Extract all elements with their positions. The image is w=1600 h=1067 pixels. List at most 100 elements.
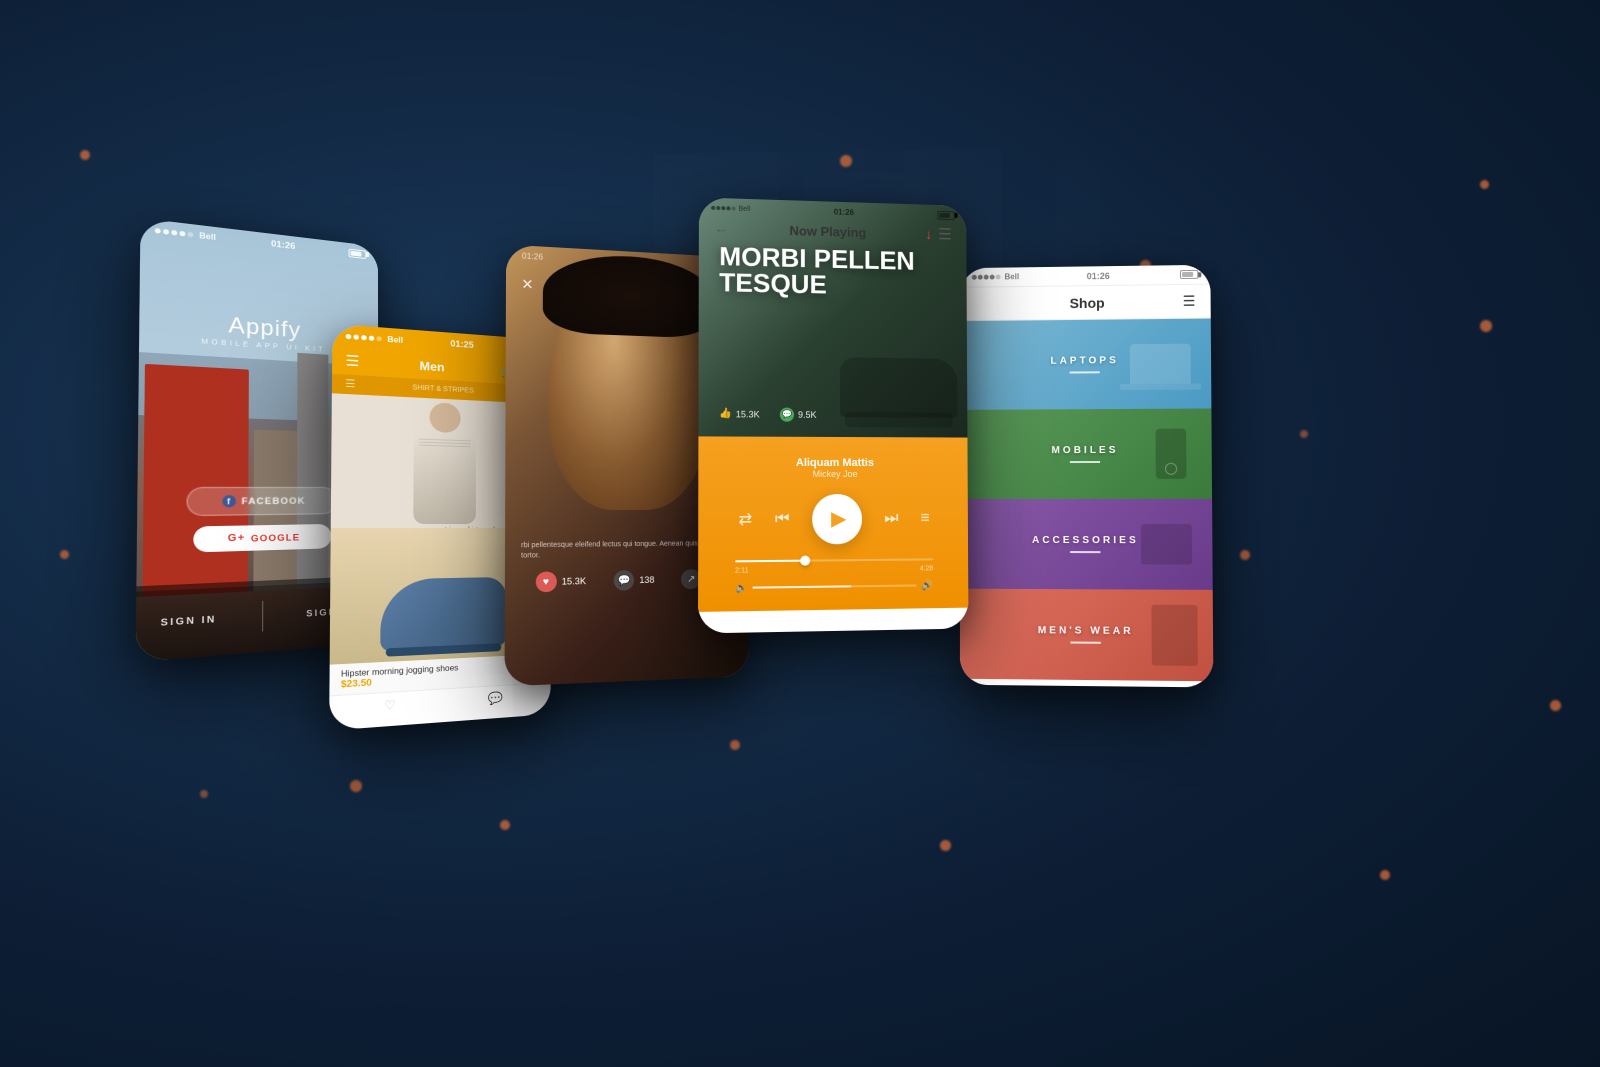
header-actions: ↓ ☰ (925, 224, 952, 244)
time-label: 01:26 (522, 251, 543, 261)
carrier-label: Bell (387, 334, 403, 344)
current-time: 2:11 (735, 567, 748, 574)
carrier-label: Bell (1005, 272, 1020, 281)
category-accessories[interactable]: ACCESSORIES (960, 499, 1213, 590)
comment-icon[interactable]: 💬 (488, 691, 503, 706)
signal-dot (179, 230, 185, 236)
shoe-container (380, 577, 506, 652)
download-icon[interactable]: ↓ (925, 226, 932, 242)
category-label-menswear: MEN'S WEAR (1038, 625, 1134, 637)
signal-dot (711, 206, 715, 210)
signal-dot (155, 227, 161, 233)
signal-dot (726, 206, 730, 210)
signal-dot (731, 206, 735, 210)
google-icon: G+ (228, 533, 246, 545)
signal-dot (978, 275, 983, 280)
battery-indicator (1180, 270, 1198, 279)
category-menswear[interactable]: MEN'S WEAR (960, 589, 1213, 682)
signal-dot (361, 334, 367, 339)
playback-controls: ⇄ ⏮ ▶ ⏭ ≡ (717, 483, 951, 555)
volume-fill (753, 585, 852, 588)
time-label: 01:26 (1087, 271, 1110, 281)
building-red (142, 364, 248, 597)
volume-control: 🔈 🔊 (717, 580, 951, 599)
category-label-laptops: LAPTOPS (1050, 355, 1118, 366)
screens-container: Bell 01:26 Appify MOBILE APP UI KIT f FA… (0, 0, 1600, 1067)
category-underline (1070, 371, 1100, 373)
hamburger-icon: ☰ (345, 352, 359, 370)
back-button[interactable]: ← (714, 220, 728, 236)
signal-dot (716, 206, 720, 210)
total-time: 4:28 (920, 565, 933, 572)
comments-count: 9.5K (798, 409, 817, 419)
category-underline (1070, 642, 1100, 644)
nav-title: Men (420, 359, 445, 374)
comments-display: 💬 9.5K (780, 407, 817, 421)
battery-fill (351, 250, 362, 256)
signal-area: Bell (972, 272, 1019, 281)
man-body (413, 433, 476, 524)
signal-dot (996, 275, 1001, 280)
comment-icon: 💬 (780, 407, 794, 421)
artist-info: Aliquam Mattis Mickey Joe (717, 448, 950, 484)
menu-icon[interactable]: ☰ (938, 225, 952, 245)
category-label-container: ACCESSORIES (1032, 535, 1139, 553)
engagement-bar: 👍 15.3K 💬 9.5K (719, 407, 948, 423)
battery-fill (939, 212, 950, 217)
screen-title: Now Playing (790, 223, 867, 240)
forward-button[interactable]: ⏭ (884, 509, 898, 527)
signal-area: Bell (346, 331, 403, 344)
category-laptops[interactable]: LAPTOPS (960, 319, 1211, 410)
play-button[interactable]: ▶ (812, 493, 862, 543)
time-label: 01:26 (271, 239, 295, 251)
shop-title: Shop (1070, 294, 1105, 310)
artist-name: Mickey Joe (717, 468, 950, 478)
music-controls-section: Aliquam Mattis Mickey Joe ⇄ ⏮ ▶ ⏭ ≡ (698, 436, 968, 612)
category-label-accessories: ACCESSORIES (1032, 535, 1139, 546)
likes-stat: ♥ 15.3K (535, 571, 586, 592)
signal-area: Bell (711, 204, 750, 212)
rewind-button[interactable]: ⏮ (775, 510, 790, 528)
song-title-area: MORBI PELLEN TESQUE (719, 243, 947, 300)
signal-dot (171, 229, 177, 235)
like-icon: 👍 (719, 408, 732, 419)
signal-dot (990, 275, 995, 280)
battery-indicator (937, 210, 954, 219)
like-icon[interactable]: ♡ (384, 698, 396, 713)
shop-nav: Shop ☰ (960, 285, 1211, 322)
signal-area: Bell (155, 225, 216, 241)
comment-icon: 💬 (614, 570, 634, 591)
shuffle-button[interactable]: ⇄ (738, 509, 752, 529)
equalizer-button[interactable]: ≡ (921, 509, 930, 527)
comments-count: 138 (639, 575, 654, 585)
carrier-label: Bell (739, 205, 751, 212)
close-button[interactable]: × (522, 274, 533, 296)
man-figure-container: stripes shirt combo (413, 401, 476, 524)
album-art-section: Bell 01:26 ← Now Playing ↓ ☰ MORBI PELLE… (698, 197, 967, 437)
accessory-image (1141, 524, 1192, 564)
facebook-icon: f (222, 495, 236, 507)
progress-bar[interactable] (735, 558, 933, 562)
laptop-base (1120, 384, 1201, 391)
carrier-label: Bell (199, 231, 216, 242)
song-artist: Aliquam Mattis (717, 456, 950, 468)
category-underline (1070, 461, 1100, 463)
facebook-button[interactable]: f FACEBOOK (186, 487, 337, 516)
progress-thumb[interactable] (800, 555, 810, 565)
category-label-container: LAPTOPS (1050, 355, 1118, 373)
comments-stat: 💬 138 (614, 570, 654, 591)
google-button[interactable]: G+ GOOGLE (193, 524, 331, 553)
signal-dot (188, 231, 194, 237)
signin-label[interactable]: SIGN IN (160, 614, 216, 628)
menu-icon[interactable]: ☰ (1183, 293, 1196, 310)
progress-area: 2:11 4:28 (717, 558, 951, 583)
volume-low-icon: 🔈 (735, 582, 748, 593)
man-head (430, 402, 461, 433)
categories-list: LAPTOPS MOBILES ACCESSORIES (960, 319, 1213, 682)
signal-dot (721, 206, 725, 210)
volume-bar[interactable] (753, 584, 916, 588)
signal-dot (984, 275, 989, 280)
building-tall (297, 353, 329, 589)
category-mobiles[interactable]: MOBILES (960, 408, 1212, 499)
battery-fill (1182, 272, 1193, 277)
